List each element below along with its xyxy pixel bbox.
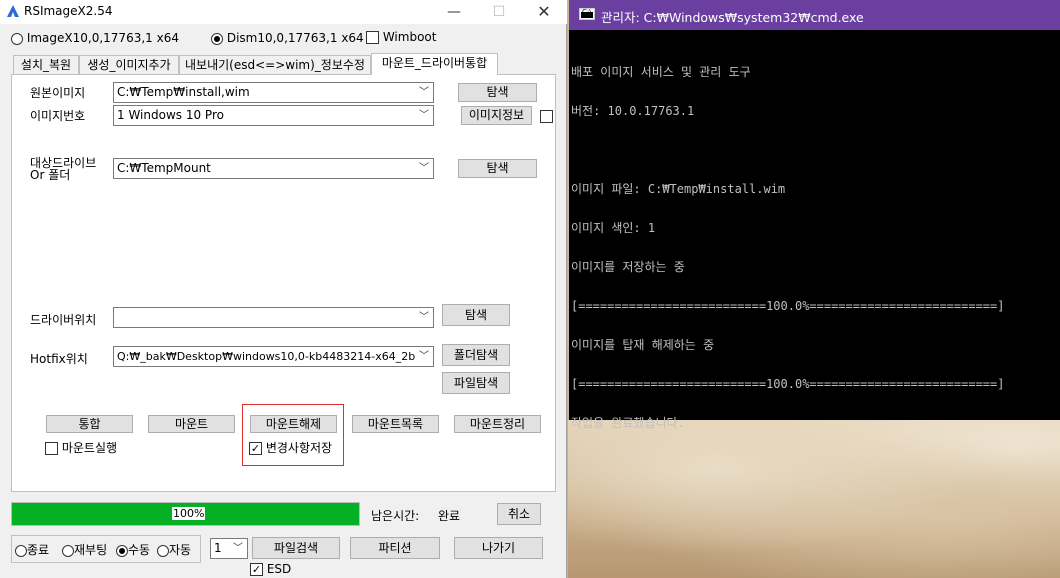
mount-button[interactable]: 마운트: [148, 415, 235, 433]
mount-list-button[interactable]: 마운트목록: [352, 415, 439, 433]
tab-install-restore[interactable]: 설치_복원: [13, 55, 79, 75]
console-icon-text: C:\: [582, 8, 592, 16]
count-select-value: 1: [214, 541, 222, 555]
mount-cleanup-button[interactable]: 마운트정리: [454, 415, 541, 433]
hotfix-folder-browse-button[interactable]: 폴더탐색: [442, 344, 510, 366]
console-icon: C:\: [579, 8, 595, 20]
console-line: 작업을 완료했습니다.: [571, 416, 685, 430]
finish-manual-label: 수동: [128, 543, 151, 557]
progress-text: 100%: [172, 507, 206, 520]
cmd-window: C:\ 관리자: C:₩Windows₩system32₩cmd.exe 배포 …: [569, 0, 1060, 430]
radio-selected-icon: [116, 544, 128, 557]
image-index-value: 1 Windows 10 Pro: [117, 108, 224, 122]
target-label-line2: Or 폴더: [30, 168, 71, 182]
radio-selected-icon: [211, 32, 223, 45]
wimboot-checkbox[interactable]: Wimboot: [366, 30, 436, 44]
remaining-value: 완료: [438, 509, 461, 523]
remaining-label: 남은시간:: [371, 509, 420, 523]
title-bar: RSImageX2.54 — ☐ ✕: [0, 0, 567, 24]
partition-button[interactable]: 파티션: [350, 537, 440, 559]
finish-exit-radio[interactable]: 종료: [15, 541, 49, 558]
esd-checkbox[interactable]: ✓ ESD: [250, 562, 291, 576]
app-icon: [7, 5, 19, 17]
minimize-button[interactable]: —: [431, 0, 477, 24]
radio-icon: [157, 544, 169, 557]
integrate-button[interactable]: 통합: [46, 415, 133, 433]
mode-dism-radio[interactable]: Dism10,0,17763,1 x64: [211, 31, 364, 45]
source-image-combo[interactable]: C:₩Temp₩install,wim ﹀: [113, 82, 434, 103]
mode-imagex-label: ImageX10,0,17763,1 x64: [26, 31, 179, 45]
finish-manual-radio[interactable]: 수동: [116, 541, 150, 558]
console-line: 버전: 10.0.17763.1: [571, 104, 695, 118]
tab-export-info[interactable]: 내보내기(esd<=>wim)_정보수정: [179, 55, 371, 75]
chevron-down-icon: ﹀: [419, 163, 429, 174]
console-line: 이미지 색인: 1: [571, 221, 656, 235]
mount-run-label: 마운트실행: [61, 441, 118, 455]
checkmark-icon: ✓: [250, 563, 263, 576]
highlight-annotation: [242, 404, 344, 466]
chevron-down-icon: ﹀: [419, 312, 429, 323]
mode-dism-label: Dism10,0,17763,1 x64: [226, 31, 364, 45]
finish-reboot-radio[interactable]: 재부팅: [62, 541, 107, 558]
source-image-label: 원본이미지: [30, 86, 86, 100]
checkbox-icon: [366, 31, 379, 44]
driver-browse-button[interactable]: 탐색: [442, 304, 510, 326]
hotfix-file-browse-button[interactable]: 파일탐색: [442, 372, 510, 394]
tab-create-add-image[interactable]: 생성_이미지추가: [79, 55, 179, 75]
progress-bar: 100%: [11, 502, 360, 526]
image-info-checkbox[interactable]: [540, 110, 553, 123]
chevron-down-icon: ﹀: [419, 110, 429, 121]
console-line: 이미지를 저장하는 중: [571, 260, 685, 274]
radio-icon: [62, 544, 74, 557]
radio-icon: [15, 544, 27, 557]
hotfix-combo[interactable]: Q:₩_bak₩Desktop₩windows10,0-kb4483214-x6…: [113, 346, 434, 367]
image-index-combo[interactable]: 1 Windows 10 Pro ﹀: [113, 105, 434, 126]
driver-combo[interactable]: ﹀: [113, 307, 434, 328]
console-line: [==========================100.0%=======…: [571, 299, 1005, 313]
image-info-button[interactable]: 이미지정보: [461, 106, 532, 125]
wimboot-label: Wimboot: [382, 30, 437, 44]
file-search-button[interactable]: 파일검색: [252, 537, 340, 559]
esd-label: ESD: [266, 562, 292, 576]
cmd-title: 관리자: C:₩Windows₩system32₩cmd.exe: [601, 10, 864, 25]
cancel-button[interactable]: 취소: [497, 503, 541, 525]
console-line: 배포 이미지 서비스 및 관리 도구: [571, 65, 751, 79]
radio-icon: [11, 32, 23, 45]
driver-label: 드라이버위치: [30, 313, 97, 327]
finish-exit-label: 종료: [27, 543, 50, 557]
mount-run-checkbox[interactable]: 마운트실행: [45, 439, 117, 456]
finish-auto-label: 자동: [169, 543, 192, 557]
rsimagex-window: RSImageX2.54 — ☐ ✕ ImageX10,0,17763,1 x6…: [0, 0, 567, 578]
maximize-button[interactable]: ☐: [476, 0, 522, 24]
window-title: RSImageX2.54: [24, 4, 113, 18]
finish-auto-radio[interactable]: 자동: [157, 541, 191, 558]
console-line: 이미지를 탑재 해제하는 중: [571, 338, 715, 352]
image-index-label: 이미지번호: [30, 109, 86, 123]
tab-mount-driver[interactable]: 마운트_드라이버통합: [371, 53, 498, 75]
console-line: 이미지 파일: C:₩Temp₩install.wim: [571, 182, 786, 196]
count-select[interactable]: 1 ﹀: [210, 538, 248, 559]
mode-imagex-radio[interactable]: ImageX10,0,17763,1 x64: [11, 31, 179, 45]
source-browse-button[interactable]: 탐색: [458, 83, 537, 102]
hotfix-value: Q:₩_bak₩Desktop₩windows10,0-kb4483214-x6…: [117, 350, 415, 363]
finish-reboot-label: 재부팅: [74, 543, 108, 557]
close-button[interactable]: ✕: [521, 0, 567, 24]
target-browse-button[interactable]: 탐색: [458, 159, 537, 178]
chevron-down-icon: ﹀: [419, 351, 429, 362]
hotfix-label: Hotfix위치: [30, 352, 88, 366]
cmd-output[interactable]: 배포 이미지 서비스 및 관리 도구 버전: 10.0.17763.1 이미지 …: [571, 40, 1060, 430]
target-combo[interactable]: C:₩TempMount ﹀: [113, 158, 434, 179]
cmd-title-bar: C:\ 관리자: C:₩Windows₩system32₩cmd.exe: [569, 0, 1060, 30]
checkbox-icon: [45, 442, 58, 455]
exit-button[interactable]: 나가기: [454, 537, 543, 559]
target-value: C:₩TempMount: [117, 161, 211, 175]
chevron-down-icon: ﹀: [233, 543, 243, 554]
chevron-down-icon: ﹀: [419, 87, 429, 98]
console-line: [==========================100.0%=======…: [571, 377, 1005, 391]
source-image-value: C:₩Temp₩install,wim: [117, 85, 250, 99]
